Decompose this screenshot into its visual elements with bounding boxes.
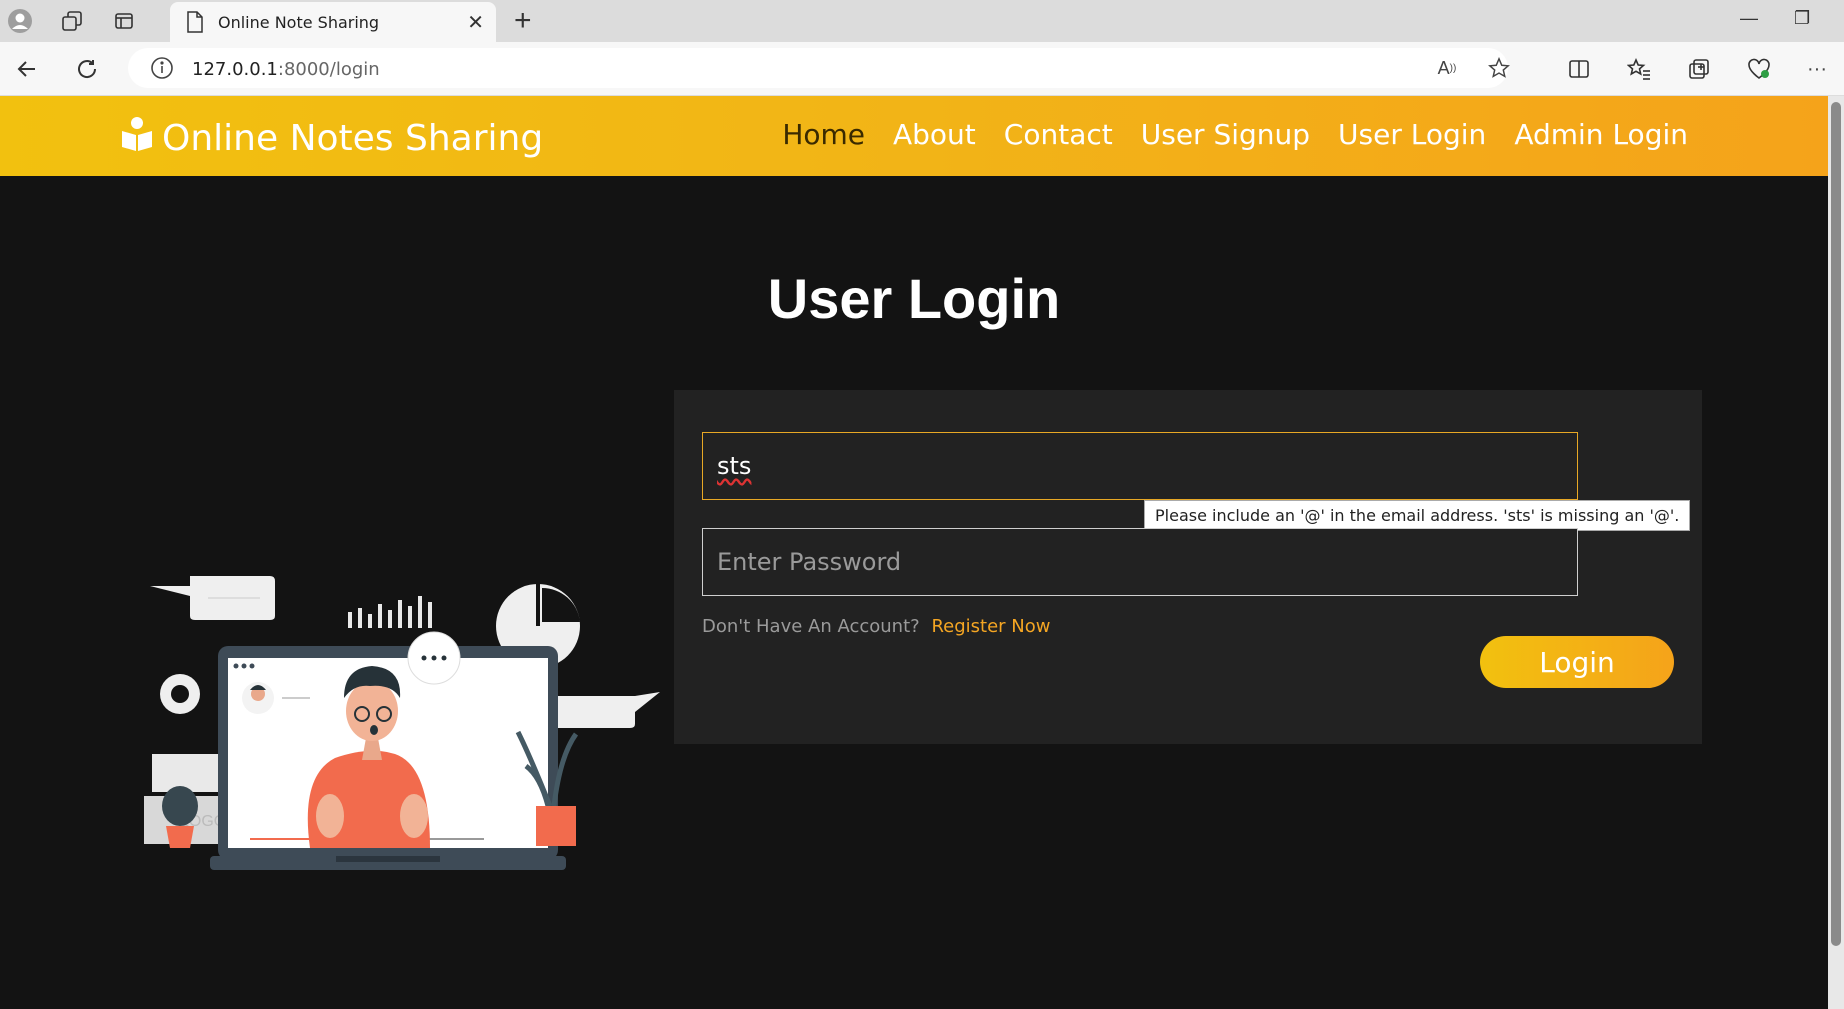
profile-icon[interactable] (6, 7, 34, 35)
scrollbar-thumb[interactable] (1831, 102, 1841, 946)
register-question: Don't Have An Account? (702, 616, 920, 637)
register-prompt: Don't Have An Account? Register Now (702, 616, 1050, 637)
browser-address-bar: 127.0.0.1:8000/login A)) ··· (0, 42, 1844, 96)
favorite-star-icon[interactable] (1484, 53, 1514, 83)
url-text: 127.0.0.1:8000/login (192, 59, 380, 80)
document-icon (186, 11, 204, 38)
nav-home[interactable]: Home (782, 118, 865, 151)
browser-tab-bar: Online Note Sharing ✕ + — ❐ (0, 0, 1844, 42)
nav-admin-login[interactable]: Admin Login (1514, 118, 1688, 151)
page-viewport: Online Notes Sharing Home About Contact … (0, 96, 1828, 1009)
new-tab-icon[interactable]: + (514, 4, 532, 38)
refresh-icon[interactable] (72, 54, 102, 84)
restore-icon[interactable]: ❐ (1794, 8, 1810, 29)
email-value: sts (717, 452, 752, 480)
brand-name: Online Notes Sharing (162, 118, 544, 159)
more-options-icon[interactable]: ··· (1802, 54, 1832, 84)
close-tab-icon[interactable]: ✕ (467, 10, 484, 35)
site-header: Online Notes Sharing Home About Contact … (0, 96, 1828, 176)
page-scrollbar[interactable] (1828, 96, 1844, 1009)
validation-tooltip: Please include an '@' in the email addre… (1144, 500, 1691, 531)
url-input[interactable]: 127.0.0.1:8000/login A)) (128, 48, 1510, 88)
login-button[interactable]: Login (1480, 636, 1674, 688)
minimize-icon[interactable]: — (1740, 8, 1758, 29)
video-call-illustration: LOGO (144, 576, 660, 870)
nav-user-login[interactable]: User Login (1338, 118, 1486, 151)
login-card: sts Please include an '@' in the email a… (674, 390, 1702, 744)
main-nav: Home About Contact User Signup User Logi… (782, 118, 1688, 151)
browser-tab[interactable]: Online Note Sharing ✕ (170, 2, 496, 42)
browser-essentials-icon[interactable] (1744, 54, 1774, 84)
nav-user-signup[interactable]: User Signup (1141, 118, 1310, 151)
split-screen-icon[interactable] (1564, 54, 1594, 84)
site-info-icon[interactable] (150, 56, 174, 85)
workspaces-icon[interactable] (58, 7, 86, 35)
favorites-icon[interactable] (1624, 54, 1654, 84)
collections-icon[interactable] (1684, 54, 1714, 84)
tab-actions-icon[interactable] (110, 7, 138, 35)
book-reader-icon (120, 116, 154, 161)
email-field[interactable]: sts (702, 432, 1578, 500)
register-now-link[interactable]: Register Now (931, 616, 1050, 637)
password-field[interactable] (702, 528, 1578, 596)
nav-contact[interactable]: Contact (1004, 118, 1113, 151)
page-title: User Login (767, 267, 1061, 330)
tab-title: Online Note Sharing (218, 13, 380, 32)
read-aloud-icon[interactable]: A)) (1432, 53, 1462, 83)
back-icon[interactable] (12, 54, 42, 84)
nav-about[interactable]: About (893, 118, 976, 151)
brand[interactable]: Online Notes Sharing (120, 116, 543, 161)
